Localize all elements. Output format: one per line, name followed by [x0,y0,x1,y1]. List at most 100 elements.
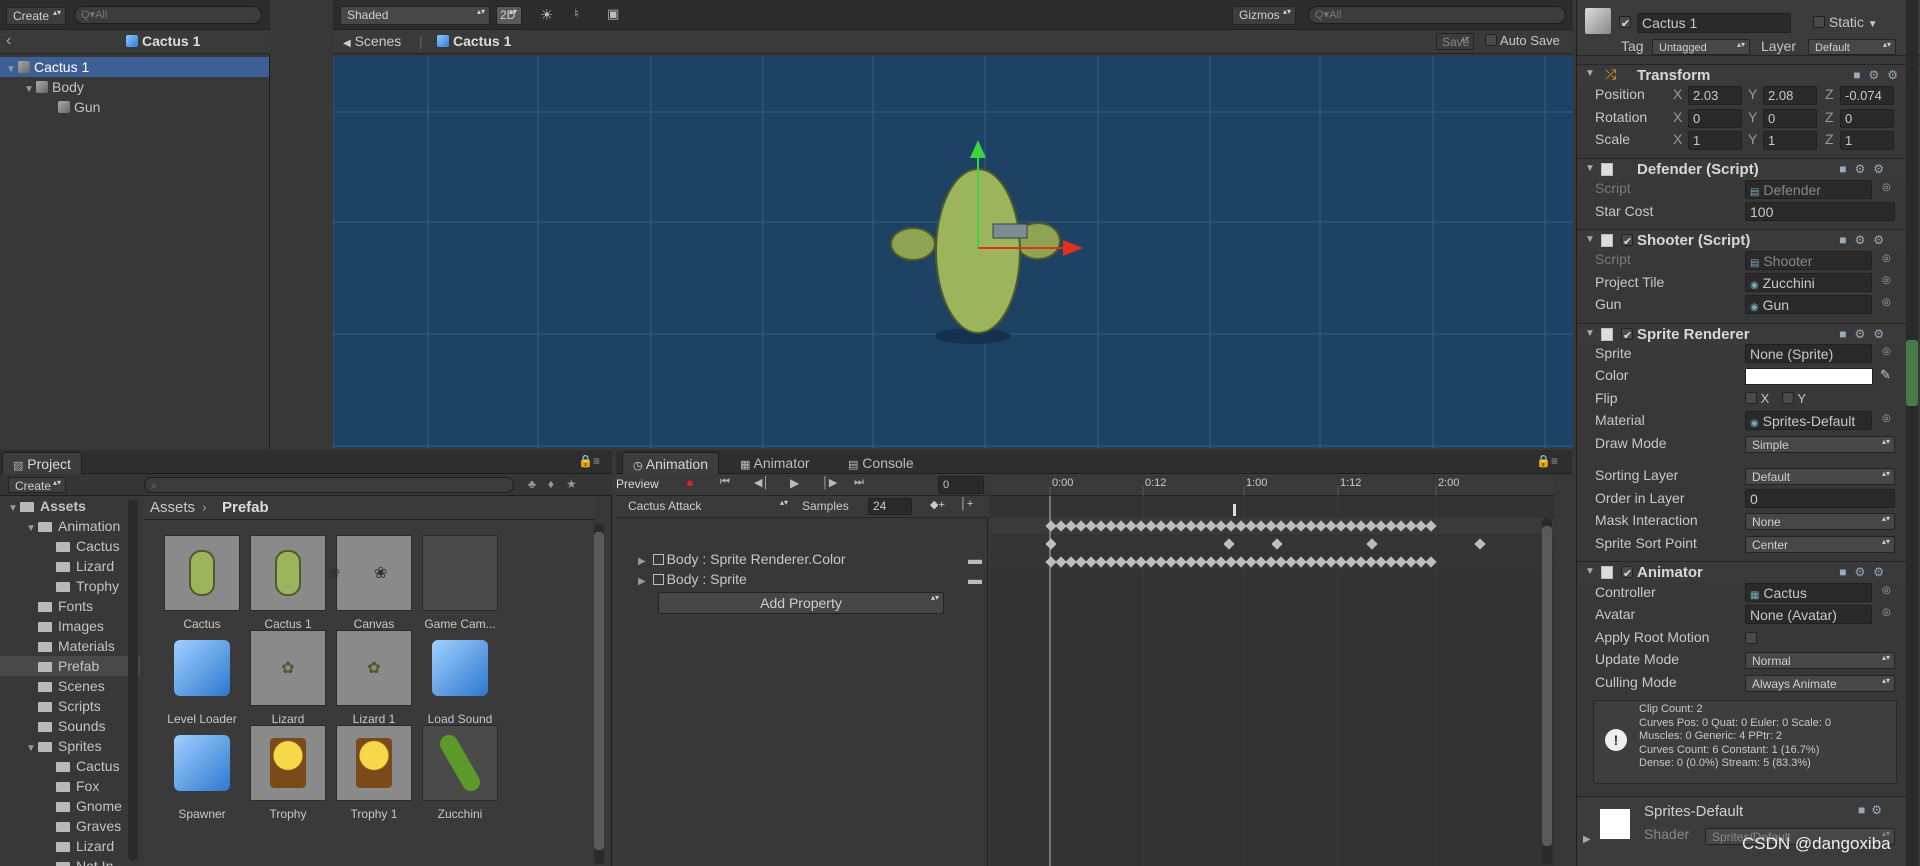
tab-animator[interactable]: ▦ Animator [730,452,820,474]
fold-arrow-icon[interactable]: ▼ [1585,328,1595,339]
first-keyframe-icon[interactable]: ⏮ [720,476,730,489]
fold-arrow-icon[interactable]: ▼ [1585,68,1595,79]
filter-icons[interactable]: ♣♦★ [528,477,589,491]
color-swatch[interactable] [1745,368,1873,385]
vector-field[interactable]: 0 [1840,109,1894,128]
object-picker-icon[interactable]: ◎ [1882,275,1891,286]
timeline-scrollbar[interactable] [1542,518,1552,864]
folder-item[interactable]: Fonts [0,596,140,616]
auto-save-checkbox[interactable] [1485,34,1497,46]
apply-root-motion-checkbox[interactable] [1745,632,1757,644]
fold-arrow-icon[interactable]: ▼ [1585,566,1595,577]
hierarchy-item-body[interactable]: ▼ Body [0,77,269,97]
shading-mode-dropdown[interactable]: Shaded [340,6,490,25]
asset-item[interactable]: Cactus [157,535,247,631]
object-field[interactable]: ▦ Cactus [1745,583,1872,602]
panel-menu-icon[interactable]: 🔒≡ [1536,454,1558,468]
flip-x-toggle[interactable]: X [1745,391,1769,406]
defender-header[interactable]: ▼ Defender (Script) ■⚙⚙ [1577,158,1906,180]
folder-item[interactable]: Lizard [0,556,140,576]
eyedropper-icon[interactable]: ✎ [1880,367,1891,383]
enable-checkbox[interactable] [1621,328,1633,340]
folder-item[interactable]: Lizard [0,836,140,856]
folder-item[interactable]: ▼ Sprites [0,736,140,756]
record-button[interactable]: ● [686,475,694,490]
folder-item[interactable]: Sounds [0,716,140,736]
back-arrow-icon[interactable]: ‹ [6,32,11,50]
folder-item[interactable]: Not In [0,856,140,866]
panel-menu-icon[interactable]: 🔒≡ [578,454,600,468]
effects-icon[interactable]: ▣ [607,6,619,22]
samples-field[interactable]: 24 [868,498,912,515]
object-field[interactable]: None (Sprite) [1745,344,1872,363]
expand-triangle-icon[interactable]: ▶ [638,556,646,567]
scene-viewport[interactable] [333,56,1573,448]
playhead-marker[interactable] [1233,504,1236,516]
asset-item[interactable]: Trophy 1 [329,725,419,821]
dropdown-field[interactable]: Always Animate [1745,675,1895,692]
fold-arrow-icon[interactable]: ▼ [1585,163,1595,174]
add-event-icon[interactable]: │+ [960,498,973,510]
object-field[interactable]: None (Avatar) [1745,605,1872,624]
scrollbar-thumb[interactable] [1542,526,1552,846]
folder-item[interactable]: ▼ Assets [0,496,140,516]
auto-save-toggle[interactable]: Auto Save [1485,33,1560,48]
hierarchy-search-input[interactable]: Q▾All [74,6,262,24]
component-tools-icon[interactable]: ■⚙⚙ [1853,68,1906,82]
preview-button[interactable]: Preview [616,477,670,491]
object-picker-icon[interactable]: ◎ [1882,253,1891,264]
tag-dropdown[interactable]: Untagged [1652,39,1750,55]
object-field[interactable]: ◉ Zucchini [1745,273,1872,292]
audio-icon[interactable]: ♮ [574,6,579,22]
component-tools-icon[interactable]: ■⚙⚙ [1839,233,1892,247]
last-keyframe-icon[interactable]: ⏭ [854,476,864,489]
inspector-scrollbar[interactable] [1906,0,1918,866]
asset-item[interactable]: Level Loader [157,630,247,726]
dropdown-field[interactable]: None [1745,513,1895,530]
property-options-icon[interactable]: ▬ [968,549,982,569]
breadcrumb-prefab[interactable]: Prefab [222,499,269,516]
flip-y-toggle[interactable]: Y [1782,391,1806,406]
add-keyframe-icon[interactable]: ◆+ [930,498,945,511]
cactus-sprite[interactable] [853,136,1093,366]
timeline-area[interactable]: 0:00 0:12 1:00 1:12 2:00 [990,474,1554,866]
expand-triangle-icon[interactable]: ▶ [638,576,646,587]
folder-item[interactable]: Images [0,616,140,636]
asset-item[interactable]: Spawner [157,725,247,821]
hierarchy-item-cactus-1[interactable]: ▼ Cactus 1 [0,57,269,77]
sprite-renderer-header[interactable]: ▼ Sprite Renderer ■⚙⚙ [1577,323,1906,345]
animator-header[interactable]: ▼ Animator ■⚙⚙ [1577,561,1906,583]
vector-field[interactable]: 0 [1688,109,1742,128]
scrollbar-thumb[interactable] [1906,340,1918,406]
layer-dropdown[interactable]: Default [1808,39,1896,55]
property-row-color[interactable]: ▶ Body : Sprite Renderer.Color ▬ [638,549,988,569]
flip-y-checkbox[interactable] [1782,392,1794,404]
asset-item[interactable]: ✿ Lizard [243,630,333,726]
folder-item[interactable]: Cactus [0,536,140,556]
object-picker-icon[interactable]: ◎ [1882,585,1891,596]
tree-scrollbar[interactable] [128,500,138,860]
asset-scrollbar[interactable] [594,524,604,864]
object-field[interactable]: ▤ Shooter [1745,251,1872,270]
dropdown-field[interactable]: Center [1745,536,1895,553]
gizmos-dropdown[interactable]: Gizmos [1232,6,1296,25]
static-toggle[interactable]: Static ▼ [1813,14,1878,30]
asset-item[interactable]: Load Sound [415,630,505,726]
vector-field[interactable]: -0.074 [1840,86,1894,105]
vector-field[interactable]: 1 [1688,131,1742,150]
object-field[interactable]: ◉ Sprites-Default [1745,411,1872,430]
object-picker-icon[interactable]: ◎ [1882,182,1891,193]
asset-item[interactable]: ❀❀ Canvas [327,535,419,631]
folder-item[interactable]: Fox [0,776,140,796]
vector-field[interactable]: 1 [1840,131,1894,150]
folder-item[interactable]: Scripts [0,696,140,716]
dropdown-arrow-icon[interactable]: ▼ [1868,19,1878,30]
property-options-icon[interactable]: ▬ [968,569,982,589]
tab-animation[interactable]: ◷ Animation [622,452,719,474]
text-field[interactable]: 0 [1745,489,1895,508]
dropdown-field[interactable]: Simple [1745,436,1895,453]
play-icon[interactable]: ▶ [790,476,799,490]
folder-item[interactable]: Trophy [0,576,140,596]
hierarchy-create-button[interactable]: Create [6,7,66,25]
enable-checkbox[interactable] [1621,234,1633,246]
